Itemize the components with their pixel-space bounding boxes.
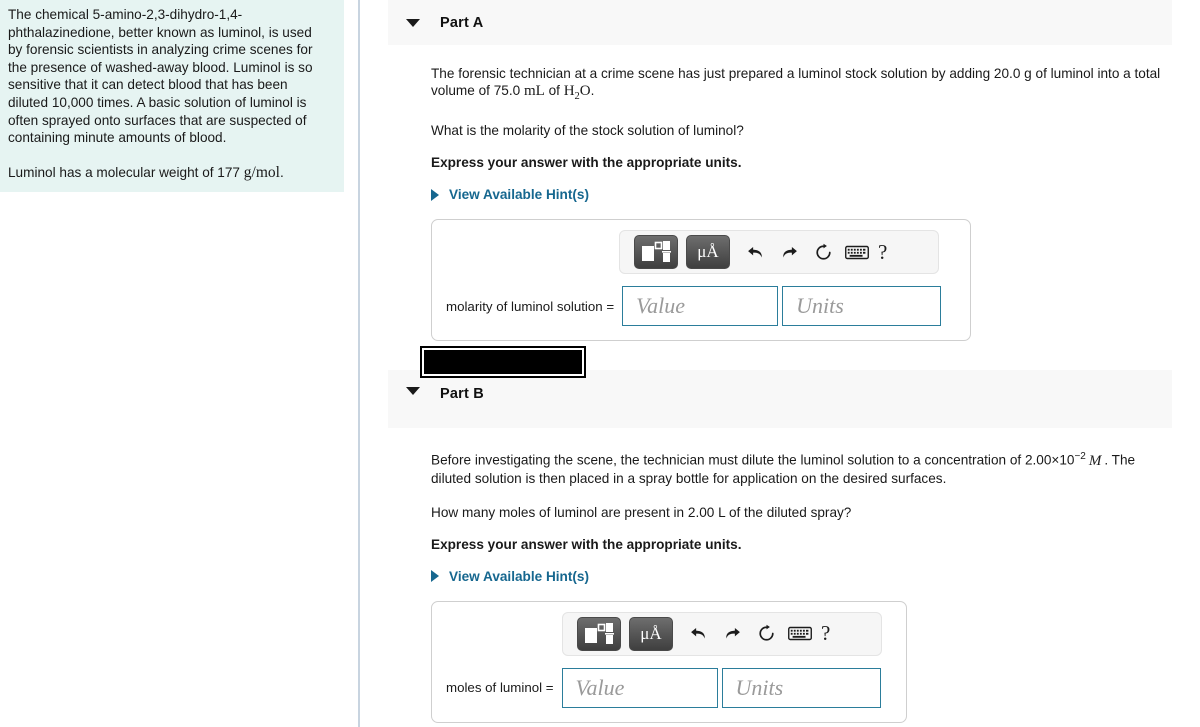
formula-o: O: [579, 83, 591, 99]
formula-h: H: [563, 83, 575, 99]
part-b-hint-toggle[interactable]: View Available Hint(s): [431, 569, 589, 584]
page-root: The chemical 5-amino-2,3-dihydro-1,4-pht…: [0, 0, 1200, 727]
math-units-label: μÅ: [640, 623, 662, 643]
keyboard-icon[interactable]: [783, 617, 817, 651]
caret-down-icon[interactable]: [406, 387, 420, 395]
panel-divider: [358, 0, 360, 727]
molecular-weight-units: g/mol: [243, 163, 280, 181]
caret-down-icon[interactable]: [406, 19, 420, 27]
part-a-answer-row: molarity of luminol solution = Value Uni…: [446, 286, 956, 326]
part-a-units-input[interactable]: Units: [782, 286, 942, 326]
part-b-body: Before investigating the scene, the tech…: [388, 428, 1172, 723]
intro-paragraph-2: Luminol has a molecular weight of 177 g/…: [8, 164, 324, 182]
math-help-button[interactable]: ?: [821, 621, 830, 646]
keyboard-icon[interactable]: [840, 235, 874, 269]
part-b-instruction: Express your answer with the appropriate…: [431, 536, 742, 552]
part-b-header[interactable]: Part B: [388, 370, 1172, 428]
math-template-button[interactable]: [577, 616, 621, 651]
caret-right-icon: [431, 570, 439, 583]
part-b-statement: Before investigating the scene, the tech…: [431, 428, 1164, 487]
math-help-button[interactable]: ?: [878, 240, 887, 265]
part-b-hint-label: View Available Hint(s): [449, 568, 590, 584]
part-a-body: The forensic technician at a crime scene…: [388, 45, 1172, 341]
math-units-button[interactable]: μÅ: [686, 235, 730, 269]
part-b-units-input[interactable]: Units: [721, 667, 881, 708]
part-a-volume-units: mL: [523, 83, 545, 99]
part-a-statement-mid: of: [544, 83, 564, 98]
redacted-submit-area: [420, 346, 586, 378]
part-b-statement-prefix: Before investigating the scene, the tech…: [431, 452, 1075, 468]
math-template-icon: [585, 622, 614, 644]
part-a-math-toolbar: μÅ ?: [619, 230, 939, 274]
part-a-hint-label: View Available Hint(s): [449, 187, 590, 202]
part-b-answer-box: μÅ ? moles of luminol = Value Units: [431, 600, 907, 723]
part-a-water-formula: H2O: [563, 83, 591, 102]
molecular-weight-text: Luminol has a molecular weight of 177: [8, 164, 244, 180]
part-b-answer-label: moles of luminol =: [446, 680, 554, 696]
intro-paragraph-1: The chemical 5-amino-2,3-dihydro-1,4-pht…: [8, 7, 313, 146]
part-a-statement: The forensic technician at a crime scene…: [431, 45, 1164, 105]
part-b-answer-row: moles of luminol = Value Units: [446, 667, 892, 708]
math-template-button[interactable]: [634, 235, 678, 269]
part-a-answer-box: μÅ ? molarity of luminol solution = Valu…: [431, 219, 971, 341]
part-a-header[interactable]: Part A: [388, 0, 1172, 45]
caret-right-icon: [431, 188, 439, 201]
part-a-instruction: Express your answer with the appropriate…: [431, 155, 742, 170]
math-units-label: μÅ: [697, 242, 719, 261]
part-b-title: Part B: [440, 386, 484, 402]
reset-icon[interactable]: [806, 235, 840, 269]
part-a-value-input[interactable]: Value: [622, 286, 779, 326]
reset-icon[interactable]: [749, 617, 783, 651]
math-template-icon: [642, 241, 671, 262]
part-b-question: How many moles of luminol are present in…: [431, 504, 852, 520]
redo-icon[interactable]: [715, 617, 749, 651]
math-units-button[interactable]: μÅ: [629, 616, 673, 651]
part-a-statement-suffix: .: [590, 83, 595, 98]
redo-icon[interactable]: [772, 235, 806, 269]
part-a-title: Part A: [440, 14, 484, 31]
part-a-answer-label: molarity of luminol solution =: [446, 298, 615, 314]
undo-icon[interactable]: [738, 235, 772, 269]
part-a-hint-toggle[interactable]: View Available Hint(s): [431, 187, 589, 202]
part-b-math-toolbar: μÅ ?: [562, 611, 882, 656]
part-a-question: What is the molarity of the stock soluti…: [431, 123, 744, 138]
part-b-value-input[interactable]: Value: [561, 667, 718, 708]
part-b-molarity-symbol: M: [1088, 452, 1102, 469]
part-b-exponent: −2: [1074, 451, 1086, 462]
problem-intro-panel: The chemical 5-amino-2,3-dihydro-1,4-pht…: [0, 0, 344, 192]
undo-icon[interactable]: [681, 617, 715, 651]
molecular-weight-period: .: [279, 164, 284, 180]
